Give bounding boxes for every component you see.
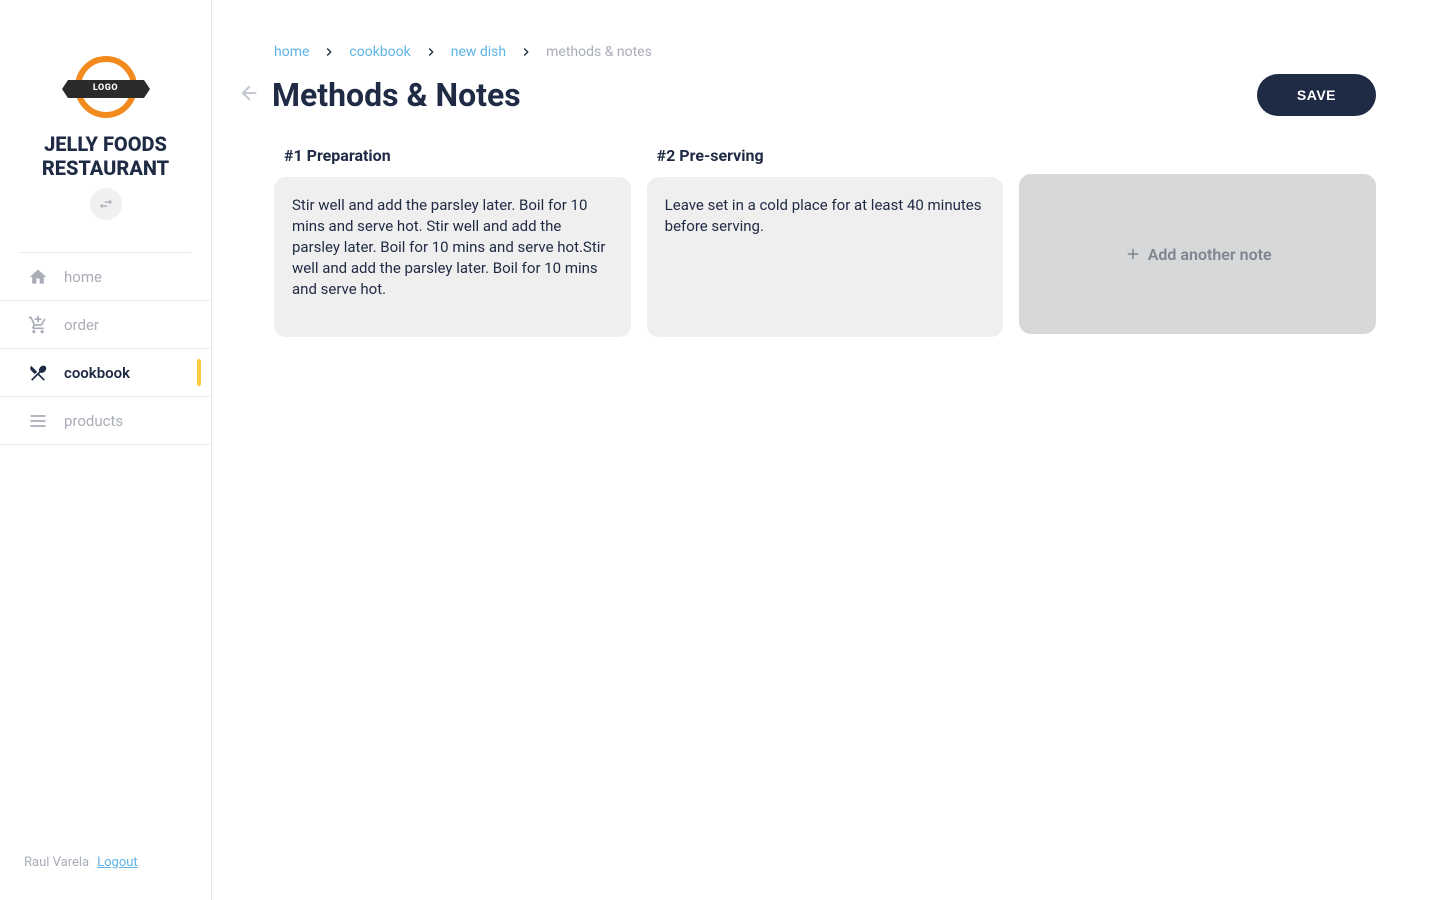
sidebar-item-products[interactable]: products [0, 397, 211, 445]
products-icon [28, 411, 48, 431]
swap-horiz-icon [98, 196, 114, 212]
sidebar-item-home[interactable]: home [0, 253, 211, 301]
logout-link[interactable]: Logout [97, 855, 138, 870]
brand-block: LOGO JELLY FOODS RESTAURANT [0, 0, 211, 244]
sidebar-item-label: cookbook [64, 364, 130, 382]
sidebar-item-label: home [64, 268, 102, 286]
chevron-right-icon [423, 44, 439, 60]
home-icon [28, 267, 48, 287]
sidebar-item-order[interactable]: order [0, 301, 211, 349]
note-body[interactable]: Stir well and add the parsley later. Boi… [274, 177, 631, 337]
sidebar-item-label: order [64, 316, 99, 334]
sidebar-item-cookbook[interactable]: cookbook [0, 349, 211, 397]
notes-grid: #1 Preparation Stir well and add the par… [274, 146, 1376, 337]
sidebar: LOGO JELLY FOODS RESTAURANT home order c… [0, 0, 212, 900]
breadcrumb-current: methods & notes [546, 44, 652, 60]
add-note-label: Add another note [1148, 245, 1272, 264]
back-button[interactable] [238, 82, 260, 108]
swap-restaurant-button[interactable] [90, 188, 122, 220]
chevron-right-icon [518, 44, 534, 60]
breadcrumb-new-dish[interactable]: new dish [451, 44, 506, 60]
chevron-right-icon [321, 44, 337, 60]
note-body[interactable]: Leave set in a cold place for at least 4… [647, 177, 1004, 337]
page-title: Methods & Notes [272, 76, 1245, 114]
breadcrumb: home cookbook new dish methods & notes [274, 44, 1376, 60]
cookbook-icon [28, 363, 48, 383]
title-row: Methods & Notes SAVE [238, 74, 1376, 116]
note-card-1: #1 Preparation Stir well and add the par… [274, 146, 631, 337]
note-title: #2 Pre-serving [657, 146, 1004, 165]
arrow-back-icon [238, 82, 260, 104]
main-content: home cookbook new dish methods & notes M… [212, 0, 1440, 900]
sidebar-footer: Raul Varela Logout [0, 835, 211, 900]
note-card-2: #2 Pre-serving Leave set in a cold place… [647, 146, 1004, 337]
breadcrumb-cookbook[interactable]: cookbook [349, 44, 410, 60]
brand-name: JELLY FOODS RESTAURANT [42, 132, 169, 180]
sidebar-item-label: products [64, 412, 123, 430]
note-title: #1 Preparation [284, 146, 631, 165]
add-note-wrapper: Add another note [1019, 146, 1376, 337]
add-note-button[interactable]: Add another note [1019, 174, 1376, 334]
logo-icon: LOGO [75, 56, 137, 118]
save-button[interactable]: SAVE [1257, 74, 1376, 116]
user-name: Raul Varela [24, 855, 89, 870]
nav: home order cookbook products [0, 253, 211, 445]
breadcrumb-home[interactable]: home [274, 44, 309, 60]
plus-icon [1124, 245, 1142, 263]
order-icon [28, 315, 48, 335]
